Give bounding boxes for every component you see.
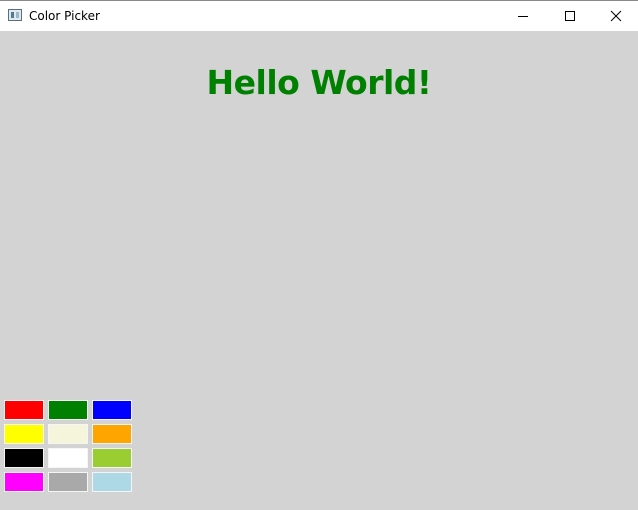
title-bar[interactable]: Color Picker xyxy=(0,1,638,31)
window-title: Color Picker xyxy=(29,9,100,23)
swatch-white[interactable] xyxy=(48,448,88,468)
swatch-beige[interactable] xyxy=(48,424,88,444)
swatch-darkgray[interactable] xyxy=(48,472,88,492)
minimize-button[interactable] xyxy=(500,1,546,31)
app-icon xyxy=(8,9,22,21)
swatch-black[interactable] xyxy=(4,448,44,468)
swatch-blue[interactable] xyxy=(92,400,132,420)
swatch-lightblue[interactable] xyxy=(92,472,132,492)
app-window: Color Picker Hello World! xyxy=(0,0,638,510)
swatch-magenta[interactable] xyxy=(4,472,44,492)
hello-heading: Hello World! xyxy=(206,63,432,102)
close-icon xyxy=(610,10,622,22)
minimize-icon xyxy=(518,16,528,17)
swatch-green[interactable] xyxy=(48,400,88,420)
swatch-yellow[interactable] xyxy=(4,424,44,444)
swatch-orange[interactable] xyxy=(92,424,132,444)
maximize-button[interactable] xyxy=(547,1,593,31)
maximize-icon xyxy=(565,11,575,21)
swatch-red[interactable] xyxy=(4,400,44,420)
close-button[interactable] xyxy=(593,1,638,31)
swatch-yellowgreen[interactable] xyxy=(92,448,132,468)
